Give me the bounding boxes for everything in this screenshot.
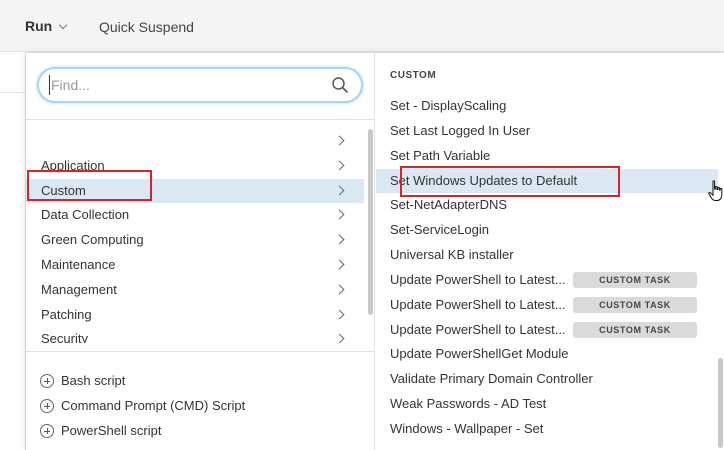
chevron-right-icon bbox=[334, 185, 345, 196]
task-list: Set - DisplayScaling Set Last Logged In … bbox=[376, 94, 718, 442]
plus-circle-icon bbox=[40, 373, 54, 388]
task-label: Update PowerShell to Latest... bbox=[390, 296, 566, 312]
category-item[interactable] bbox=[26, 129, 364, 154]
custom-task-badge: CUSTOM TASK bbox=[573, 296, 697, 313]
divider bbox=[26, 119, 375, 120]
chevron-right-icon bbox=[334, 234, 345, 245]
quick-suspend-button[interactable]: Quick Suspend bbox=[99, 19, 194, 35]
task-label: Weak Passwords - AD Test bbox=[390, 396, 547, 412]
task-scrollbar[interactable] bbox=[718, 358, 723, 448]
category-item-patching[interactable]: Patching bbox=[26, 303, 364, 328]
custom-task-badge: CUSTOM TASK bbox=[573, 271, 697, 288]
task-label: Update PowerShellGet Module bbox=[390, 346, 569, 362]
chevron-right-icon bbox=[334, 160, 345, 171]
task-label: Update PowerShell to Latest... bbox=[390, 321, 566, 337]
chevron-right-icon bbox=[334, 259, 345, 270]
task-item[interactable]: Universal KB installer bbox=[376, 243, 718, 268]
new-cmd-script-item[interactable]: Command Prompt (CMD) Script bbox=[40, 393, 245, 418]
category-item-management[interactable]: Management bbox=[26, 278, 364, 303]
category-item-green-computing[interactable]: Green Computing bbox=[26, 228, 364, 253]
task-item[interactable]: Weak Passwords - AD Test bbox=[376, 392, 718, 417]
category-item-custom[interactable]: Custom bbox=[26, 178, 364, 204]
category-panel: Application Custom Data Collection Green… bbox=[26, 53, 375, 450]
category-label: Application bbox=[41, 157, 105, 173]
task-item[interactable]: Validate Primary Domain Controller bbox=[376, 367, 718, 392]
search-icon[interactable] bbox=[331, 76, 349, 94]
category-scrollbar[interactable] bbox=[368, 129, 373, 315]
custom-task-badge: CUSTOM TASK bbox=[573, 321, 697, 338]
new-bash-script-item[interactable]: Bash script bbox=[40, 368, 245, 393]
task-label: Validate Primary Domain Controller bbox=[390, 371, 593, 387]
category-item-security[interactable]: Security bbox=[26, 327, 364, 343]
task-label: Set Windows Updates to Default bbox=[390, 172, 578, 188]
plus-circle-icon bbox=[40, 423, 54, 438]
background-page-strip bbox=[0, 52, 26, 450]
task-item[interactable]: Update PowerShell to Latest... CUSTOM TA… bbox=[376, 293, 718, 318]
category-item-maintenance[interactable]: Maintenance bbox=[26, 253, 364, 278]
chevron-down-icon bbox=[58, 20, 68, 29]
category-list: Application Custom Data Collection Green… bbox=[26, 129, 364, 343]
category-label: Management bbox=[41, 281, 117, 297]
chevron-right-icon bbox=[334, 135, 345, 146]
task-item[interactable]: Set - DisplayScaling bbox=[376, 94, 718, 119]
divider bbox=[26, 351, 375, 352]
plus-circle-icon bbox=[40, 398, 54, 413]
task-item[interactable]: Update PowerShellGet Module bbox=[376, 342, 718, 367]
category-label: Maintenance bbox=[41, 256, 116, 272]
hand-pointer-cursor-icon bbox=[708, 180, 723, 201]
run-dropdown-menu: Application Custom Data Collection Green… bbox=[26, 52, 724, 450]
task-panel: CUSTOM Set - DisplayScaling Set Last Log… bbox=[376, 53, 724, 450]
task-item[interactable]: Windows - Wallpaper - Set bbox=[376, 417, 718, 442]
task-item[interactable]: Set Path Variable bbox=[376, 144, 718, 169]
run-label: Run bbox=[25, 18, 53, 34]
task-item[interactable]: Set-ServiceLogin bbox=[376, 218, 718, 243]
search-input[interactable] bbox=[49, 75, 319, 95]
chevron-right-icon bbox=[334, 284, 345, 295]
task-item-selected[interactable]: Set Windows Updates to Default bbox=[376, 168, 718, 194]
task-label: Set - DisplayScaling bbox=[390, 98, 507, 113]
task-item[interactable]: Set Last Logged In User bbox=[376, 119, 718, 144]
category-label: Patching bbox=[41, 306, 92, 322]
task-label: Universal KB installer bbox=[390, 247, 514, 263]
section-header: CUSTOM bbox=[390, 70, 437, 81]
task-item[interactable]: Set-NetAdapterDNS bbox=[376, 193, 718, 218]
search-box bbox=[37, 67, 363, 103]
divider bbox=[0, 92, 26, 93]
chevron-right-icon bbox=[334, 333, 345, 343]
task-label: Set Path Variable bbox=[390, 147, 491, 163]
category-label: Data Collection bbox=[41, 207, 130, 223]
run-dropdown-button[interactable]: Run bbox=[25, 18, 68, 34]
task-label: Set-NetAdapterDNS bbox=[390, 197, 508, 213]
task-label: Set-ServiceLogin bbox=[390, 222, 489, 238]
top-toolbar: Run Quick Suspend bbox=[0, 0, 724, 52]
category-item-data-collection[interactable]: Data Collection bbox=[26, 203, 364, 228]
task-item[interactable]: Update PowerShell to Latest... CUSTOM TA… bbox=[376, 268, 718, 293]
script-label: Bash script bbox=[61, 373, 126, 388]
category-label: Green Computing bbox=[41, 232, 144, 248]
task-item[interactable]: Update PowerShell to Latest... CUSTOM TA… bbox=[376, 318, 718, 343]
new-powershell-script-item[interactable]: PowerShell script bbox=[40, 418, 245, 443]
chevron-right-icon bbox=[334, 309, 345, 320]
script-label: PowerShell script bbox=[61, 423, 162, 438]
category-item-application[interactable]: Application bbox=[26, 154, 364, 179]
script-label: Command Prompt (CMD) Script bbox=[61, 398, 246, 413]
category-label: Custom bbox=[41, 182, 86, 198]
task-label: Update PowerShell to Latest... bbox=[390, 271, 566, 287]
task-label: Set Last Logged In User bbox=[390, 122, 531, 138]
category-label: Security bbox=[41, 331, 88, 343]
task-label: Windows - Wallpaper - Set bbox=[390, 420, 544, 436]
chevron-right-icon bbox=[334, 209, 345, 220]
script-list: Bash script Command Prompt (CMD) Script … bbox=[40, 368, 245, 443]
